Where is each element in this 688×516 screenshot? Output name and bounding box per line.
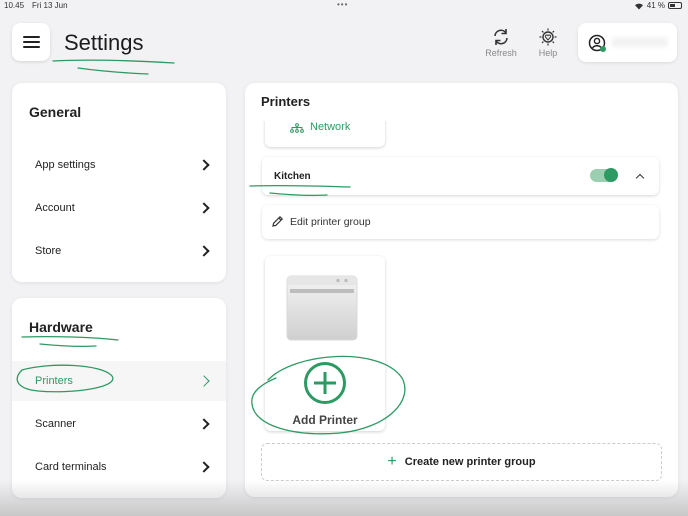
chevron-right-icon bbox=[198, 461, 210, 473]
hamburger-icon bbox=[22, 36, 40, 38]
refresh-icon bbox=[494, 29, 508, 45]
nav-item-label: Store bbox=[35, 245, 62, 257]
create-printer-group-label: Create new printer group bbox=[404, 456, 536, 468]
help-button[interactable]: Help bbox=[528, 28, 568, 58]
printers-scroll-area[interactable]: Network Kitchen Edit printer group Add P… bbox=[245, 121, 678, 497]
hardware-title: Hardware bbox=[29, 319, 93, 335]
general-card: General App settings Account Store bbox=[12, 83, 226, 282]
hardware-card: Hardware Printers Scanner Card terminals bbox=[12, 298, 226, 498]
nav-item-account[interactable]: Account bbox=[12, 188, 226, 228]
pencil-icon bbox=[272, 215, 284, 227]
plus-icon: + bbox=[387, 453, 397, 470]
nav-item-printers[interactable]: Printers bbox=[12, 361, 226, 401]
help-icon bbox=[539, 28, 557, 46]
printers-panel: Printers Network Kitchen Edit printer gr… bbox=[245, 83, 678, 497]
chevron-right-icon bbox=[198, 159, 210, 171]
chevron-right-icon bbox=[198, 375, 210, 387]
general-title: General bbox=[29, 104, 82, 120]
page-title: Settings bbox=[64, 30, 144, 55]
chevron-right-icon bbox=[198, 202, 210, 214]
nav-item-scanner[interactable]: Scanner bbox=[12, 404, 226, 444]
chevron-right-icon bbox=[198, 418, 210, 430]
add-printer-card[interactable]: Add Printer bbox=[265, 256, 385, 431]
nav-item-store[interactable]: Store bbox=[12, 231, 226, 271]
status-time: 10.45 bbox=[4, 1, 25, 10]
add-printer-label: Add Printer bbox=[292, 413, 358, 427]
nav-item-label: Account bbox=[35, 202, 75, 214]
online-status-dot bbox=[600, 46, 606, 52]
wifi-icon bbox=[634, 3, 643, 9]
nav-item-label: Scanner bbox=[35, 418, 76, 430]
printer-group-row[interactable]: Kitchen bbox=[262, 157, 659, 195]
battery-percent: 41 % bbox=[646, 1, 665, 10]
nav-item-label: App settings bbox=[35, 159, 96, 171]
battery-icon bbox=[668, 2, 682, 9]
printer-group-name: Kitchen bbox=[274, 171, 311, 182]
status-right: 41 % bbox=[634, 1, 682, 10]
printers-title: Printers bbox=[261, 94, 311, 109]
multitask-dots[interactable]: ••• bbox=[337, 0, 348, 9]
nav-item-label: Card terminals bbox=[35, 461, 107, 473]
edit-printer-group-button[interactable]: Edit printer group bbox=[262, 205, 659, 239]
nav-item-app-settings[interactable]: App settings bbox=[12, 145, 226, 185]
edit-printer-group-label: Edit printer group bbox=[290, 216, 371, 228]
nav-item-label: Printers bbox=[35, 375, 73, 387]
create-printer-group-button[interactable]: + Create new printer group bbox=[261, 443, 662, 481]
network-icon bbox=[290, 123, 304, 133]
profile-button[interactable] bbox=[578, 23, 677, 62]
network-printer-card[interactable]: Network bbox=[265, 121, 385, 147]
menu-button[interactable] bbox=[12, 23, 50, 61]
add-circle-icon bbox=[304, 362, 346, 404]
bottom-fade bbox=[0, 480, 688, 516]
status-date: Fri 13 Jun bbox=[32, 1, 68, 10]
printer-icon bbox=[286, 275, 358, 341]
chevron-up-icon[interactable] bbox=[635, 173, 645, 183]
help-label: Help bbox=[538, 48, 558, 58]
status-bar: 10.45 Fri 13 Jun ••• 41 % bbox=[0, 0, 688, 12]
network-label: Network bbox=[310, 121, 351, 133]
refresh-label: Refresh bbox=[485, 48, 517, 58]
chevron-right-icon bbox=[198, 245, 210, 257]
refresh-button[interactable]: Refresh bbox=[481, 28, 521, 58]
user-name-redacted bbox=[612, 37, 668, 47]
group-enabled-toggle[interactable] bbox=[590, 168, 618, 182]
